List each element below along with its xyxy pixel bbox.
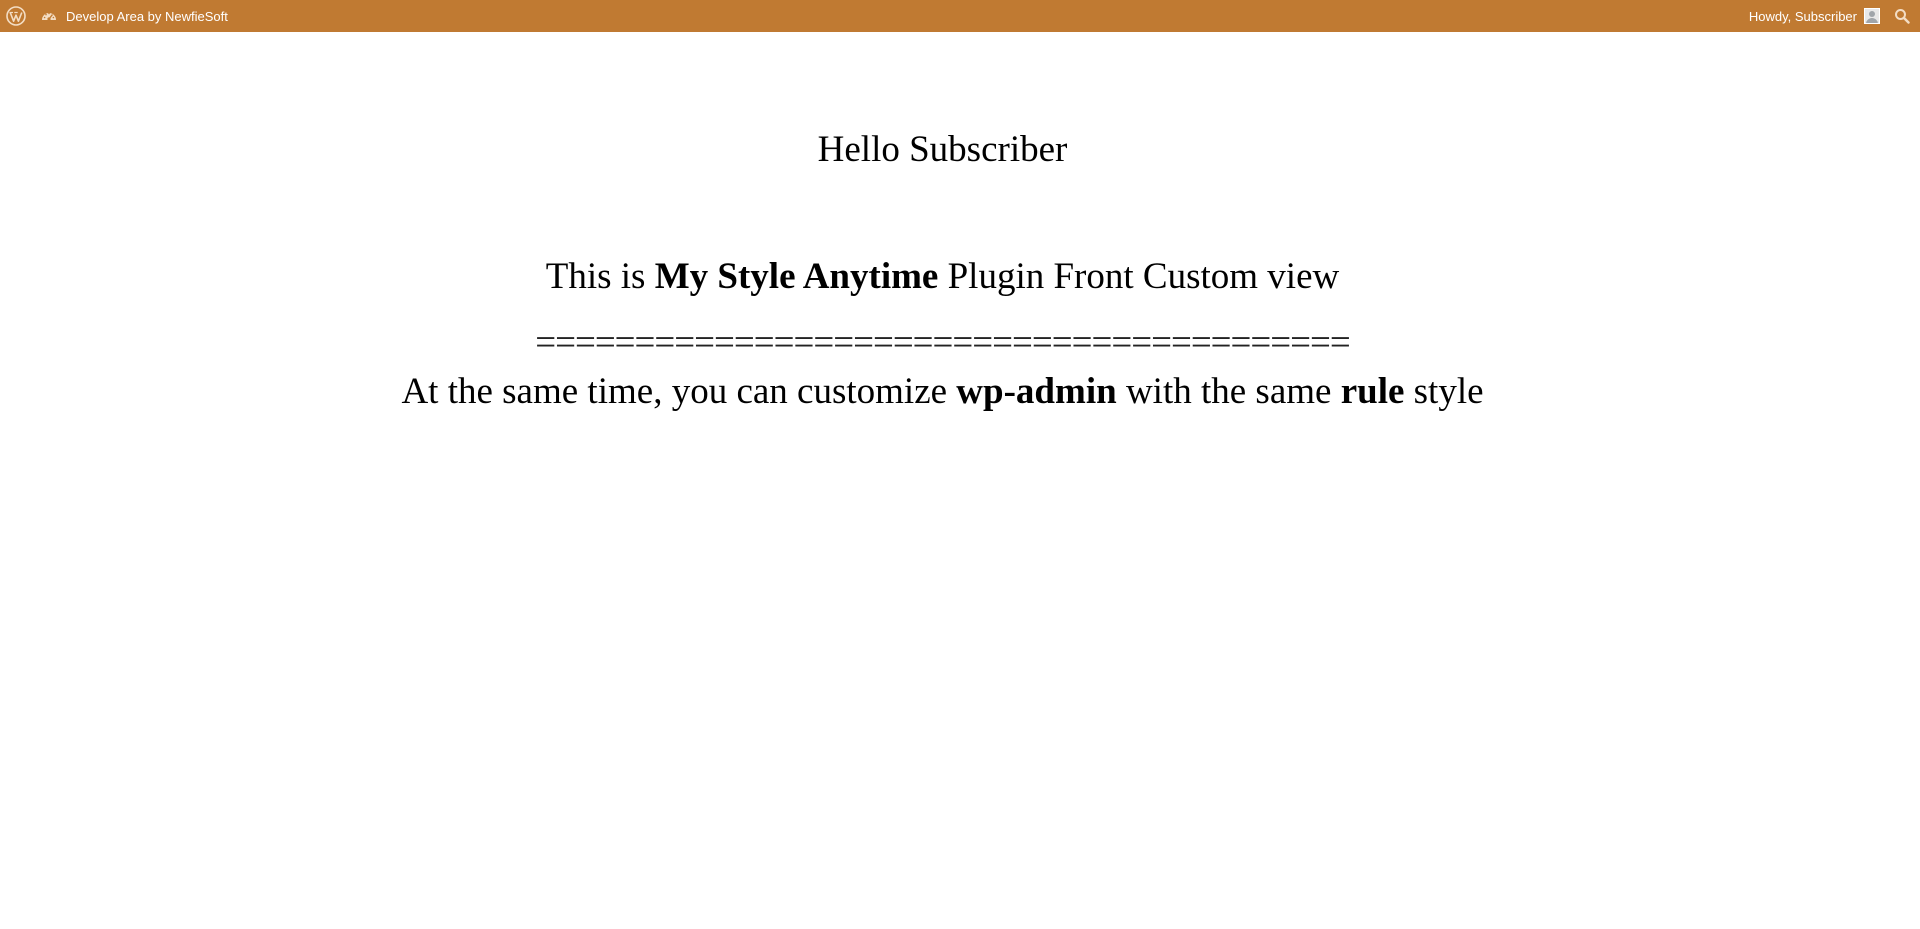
admin-bar-left: Develop Area by NewfieSoft [0, 0, 236, 32]
intro-text-post: Plugin Front Custom view [938, 256, 1340, 297]
rule-label: rule [1340, 371, 1405, 412]
search-icon[interactable] [1888, 0, 1916, 32]
plugin-name: My Style Anytime [654, 256, 939, 297]
site-name-label: Develop Area by NewfieSoft [66, 8, 228, 24]
admin-bar-right: Howdy, Subscriber [1741, 0, 1920, 32]
equals-divider: ========================================… [535, 322, 1351, 363]
wordpress-icon[interactable] [0, 0, 34, 32]
dashboard-icon [40, 7, 58, 25]
customize-text-mid: with the same [1116, 371, 1341, 412]
customize-line: At the same time, you can customize wp-a… [0, 370, 1885, 414]
hello-heading: Hello Subscriber [817, 129, 1068, 170]
site-name-link[interactable]: Develop Area by NewfieSoft [34, 0, 236, 32]
user-avatar-icon [1864, 8, 1880, 24]
wp-admin-label: wp-admin [956, 371, 1117, 412]
my-account-menu[interactable]: Howdy, Subscriber [1741, 0, 1888, 32]
admin-bar: Develop Area by NewfieSoft Howdy, Subscr… [0, 0, 1920, 32]
customize-text-post: style [1404, 371, 1484, 412]
intro-text-pre: This is [545, 256, 655, 297]
customize-text-pre: At the same time, you can customize [401, 371, 957, 412]
howdy-label: Howdy, Subscriber [1748, 8, 1857, 24]
plugin-intro-line: This is My Style Anytime Plugin Front Cu… [0, 255, 1885, 299]
